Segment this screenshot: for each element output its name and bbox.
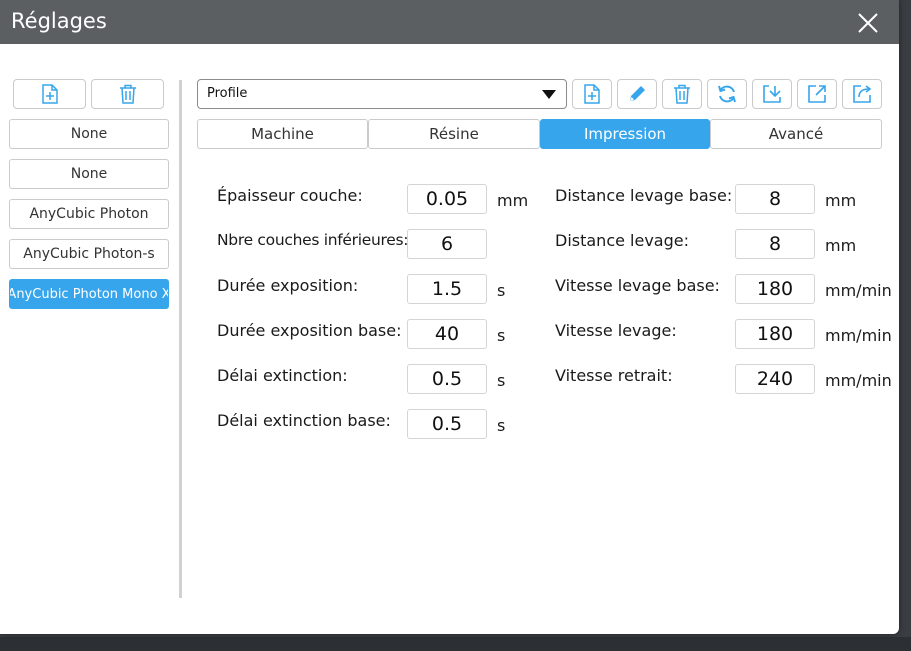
share-profile-button[interactable] [842, 79, 882, 109]
edit-profile-button[interactable] [617, 79, 657, 109]
sidebar-divider [179, 80, 182, 598]
setting-unit: mm [825, 191, 857, 210]
share-icon [851, 83, 873, 105]
setting-label: Durée exposition base: [217, 321, 402, 340]
bottom-lift-speed-input[interactable]: 180 [735, 274, 815, 304]
printer-list-item[interactable]: AnyCubic Photon-s [9, 239, 169, 269]
bottom-lift-distance-input[interactable]: 8 [735, 184, 815, 214]
setting-label: Nbre couches inférieures: [217, 231, 409, 249]
tab-machine[interactable]: Machine [197, 119, 368, 149]
add-file-icon [41, 84, 59, 104]
close-icon[interactable] [857, 12, 879, 34]
pencil-icon [627, 84, 647, 104]
window-title: Réglages [11, 9, 107, 33]
trash-icon [673, 84, 691, 104]
exposure-time-input[interactable]: 1.5 [407, 274, 487, 304]
setting-unit: s [497, 281, 506, 300]
setting-label: Vitesse levage base: [555, 276, 720, 295]
setting-unit: mm [825, 236, 857, 255]
setting-unit: s [497, 371, 506, 390]
add-printer-button[interactable] [13, 79, 86, 109]
printer-list-item-selected[interactable]: AnyCubic Photon Mono X [9, 279, 169, 309]
setting-label: Distance levage: [555, 231, 689, 250]
setting-unit: s [497, 326, 506, 345]
refresh-icon [716, 83, 738, 105]
setting-label: Vitesse levage: [555, 321, 677, 340]
retract-speed-input[interactable]: 240 [735, 364, 815, 394]
lift-speed-input[interactable]: 180 [735, 319, 815, 349]
export-icon [806, 83, 828, 105]
setting-label: Délai extinction base: [217, 411, 391, 430]
printer-list-item[interactable]: None [9, 159, 169, 189]
trash-icon [119, 84, 137, 104]
printer-list-item[interactable]: AnyCubic Photon [9, 199, 169, 229]
setting-label: Distance levage base: [555, 186, 733, 205]
delete-printer-button[interactable] [91, 79, 164, 109]
setting-unit: mm [497, 191, 529, 210]
bottom-layers-input[interactable]: 6 [407, 229, 487, 259]
profile-dropdown-value: Profile [207, 86, 248, 101]
import-icon [761, 83, 783, 105]
bottom-light-off-delay-input[interactable]: 0.5 [407, 409, 487, 439]
light-off-delay-input[interactable]: 0.5 [407, 364, 487, 394]
setting-label: Délai extinction: [217, 366, 348, 385]
setting-label: Épaisseur couche: [217, 186, 363, 205]
layer-thickness-input[interactable]: 0.05 [407, 184, 487, 214]
tab-impression[interactable]: Impression [540, 119, 710, 149]
bottom-exposure-input[interactable]: 40 [407, 319, 487, 349]
delete-profile-button[interactable] [662, 79, 702, 109]
setting-label: Vitesse retrait: [555, 366, 673, 385]
setting-unit: s [497, 416, 506, 435]
setting-unit: mm/min [825, 371, 892, 390]
setting-label: Durée exposition: [217, 276, 359, 295]
profile-dropdown[interactable]: Profile [197, 79, 567, 109]
lift-distance-input[interactable]: 8 [735, 229, 815, 259]
setting-unit: mm/min [825, 281, 892, 300]
import-profile-button[interactable] [752, 79, 792, 109]
settings-window: Réglages None None AnyCubic Photon AnyCu… [0, 0, 899, 634]
setting-unit: mm/min [825, 326, 892, 345]
new-profile-button[interactable] [572, 79, 612, 109]
refresh-profile-button[interactable] [707, 79, 747, 109]
tab-resine[interactable]: Résine [368, 119, 540, 149]
tab-avance[interactable]: Avancé [710, 119, 882, 149]
chevron-down-icon [542, 90, 556, 99]
printer-list-item[interactable]: None [9, 119, 169, 149]
titlebar: Réglages [0, 0, 899, 44]
export-profile-button[interactable] [797, 79, 837, 109]
add-file-icon [583, 84, 601, 104]
